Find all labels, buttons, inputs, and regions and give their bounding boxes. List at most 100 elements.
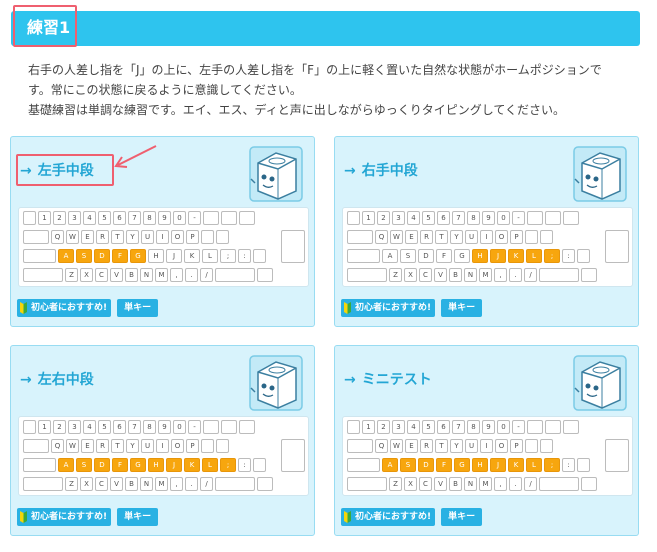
key-M: M <box>155 268 168 282</box>
intro-line-2: す。常にこの状態に戻るように意識してください。 <box>28 83 302 97</box>
key-blank <box>239 420 255 434</box>
key-blank <box>540 230 553 244</box>
card-title-text: 左右中段 <box>37 372 94 388</box>
key-0: 0 <box>497 211 510 225</box>
lesson-card-mini-test[interactable]: → ミニテスト 1234567890- QWERTYUIOP A S D F G H J K L;… <box>334 345 639 536</box>
key-P: P <box>186 439 199 453</box>
key-blank <box>257 268 273 282</box>
key-blank <box>239 211 255 225</box>
key-2: 2 <box>53 420 66 434</box>
key-P: P <box>186 230 199 244</box>
key-;: ; <box>220 458 236 472</box>
key-9: 9 <box>158 211 171 225</box>
key-5: 5 <box>422 211 435 225</box>
key-O: O <box>495 439 508 453</box>
key-blank <box>23 268 63 282</box>
annotation-arrow <box>114 145 157 168</box>
beginner-label: 初心者におすすめ! <box>31 512 108 522</box>
key-B: B <box>125 268 138 282</box>
beginner-leaf-icon <box>344 302 351 314</box>
key-blank <box>23 458 56 472</box>
lesson-card-both-home[interactable]: → 左右中段 1234567890- QWERTYUIOP A S D F G H J K L;:… <box>10 345 315 536</box>
card-title[interactable]: → 右手中段 <box>344 161 418 181</box>
key-blank <box>347 458 380 472</box>
key-blank <box>201 230 214 244</box>
key-blank <box>215 477 255 491</box>
key-blank <box>23 230 49 244</box>
key-Z: Z <box>389 477 402 491</box>
key-/: / <box>200 477 213 491</box>
key-Z: Z <box>389 268 402 282</box>
key--: - <box>188 211 201 225</box>
arrow-icon: → <box>20 372 32 388</box>
key-A: A <box>382 458 398 472</box>
beginner-leaf-icon <box>20 511 27 523</box>
key-0: 0 <box>497 420 510 434</box>
key-/: / <box>524 477 537 491</box>
key-blank <box>23 420 36 434</box>
key-8: 8 <box>467 420 480 434</box>
key-S: S <box>400 249 416 263</box>
key-9: 9 <box>158 420 171 434</box>
key-8: 8 <box>143 420 156 434</box>
beginner-leaf-icon <box>344 511 351 523</box>
key-4: 4 <box>83 420 96 434</box>
key-blank <box>527 211 543 225</box>
key-1: 1 <box>362 420 375 434</box>
key-:: : <box>238 249 251 263</box>
key-,: , <box>494 477 507 491</box>
key-I: I <box>480 230 493 244</box>
key-H: H <box>472 458 488 472</box>
intro-line-3: 基礎練習は単調な練習です。エイ、エス、ディと声に出しながらゆっくりタイピングして… <box>28 103 566 117</box>
key-blank <box>347 268 387 282</box>
key-A: A <box>382 249 398 263</box>
card-title[interactable]: → ミニテスト <box>344 370 432 390</box>
key-blank <box>545 420 561 434</box>
key-E: E <box>405 439 418 453</box>
key-I: I <box>156 439 169 453</box>
key-P: P <box>510 439 523 453</box>
key-G: G <box>130 249 146 263</box>
keycap-mascot-icon <box>249 146 303 202</box>
intro-text: 右手の人差し指を「J」の上に、左手の人差し指を「F」の上に軽く置いた自然な状態が… <box>28 60 628 120</box>
card-title[interactable]: → 左右中段 <box>20 370 94 390</box>
key-Q: Q <box>51 439 64 453</box>
key-blank <box>253 249 266 263</box>
key-blank <box>347 230 373 244</box>
key-F: F <box>436 458 452 472</box>
enter-key <box>281 230 305 263</box>
key-H: H <box>148 458 164 472</box>
single-key-badge: 単キー <box>117 299 159 317</box>
key-2: 2 <box>377 420 390 434</box>
key-C: C <box>419 477 432 491</box>
key-7: 7 <box>128 420 141 434</box>
key-K: K <box>184 249 200 263</box>
lesson-card-right-home[interactable]: → 右手中段 1234567890- QWERTYUIOP A S D F G H J K L;:… <box>334 136 639 327</box>
key-blank <box>23 249 56 263</box>
key-L: L <box>202 249 218 263</box>
key-O: O <box>495 230 508 244</box>
key-0: 0 <box>173 420 186 434</box>
key-L: L <box>526 249 542 263</box>
key-J: J <box>166 458 182 472</box>
key-T: T <box>111 230 124 244</box>
key-blank <box>577 249 590 263</box>
key-S: S <box>400 458 416 472</box>
key-G: G <box>130 458 146 472</box>
key-J: J <box>166 249 182 263</box>
keyboard-diagram: 1234567890- QWERTYUIOP A S D F G H J K L;: ZXCVB… <box>342 207 633 287</box>
key-blank <box>525 230 538 244</box>
key-blank <box>527 420 543 434</box>
key-R: R <box>420 230 433 244</box>
key-M: M <box>479 268 492 282</box>
key-blank <box>221 211 237 225</box>
key-3: 3 <box>68 420 81 434</box>
key-Q: Q <box>51 230 64 244</box>
key-U: U <box>465 230 478 244</box>
key-.: . <box>185 477 198 491</box>
key-.: . <box>185 268 198 282</box>
key--: - <box>188 420 201 434</box>
key-blank <box>539 477 579 491</box>
key-5: 5 <box>98 420 111 434</box>
key-H: H <box>472 249 488 263</box>
